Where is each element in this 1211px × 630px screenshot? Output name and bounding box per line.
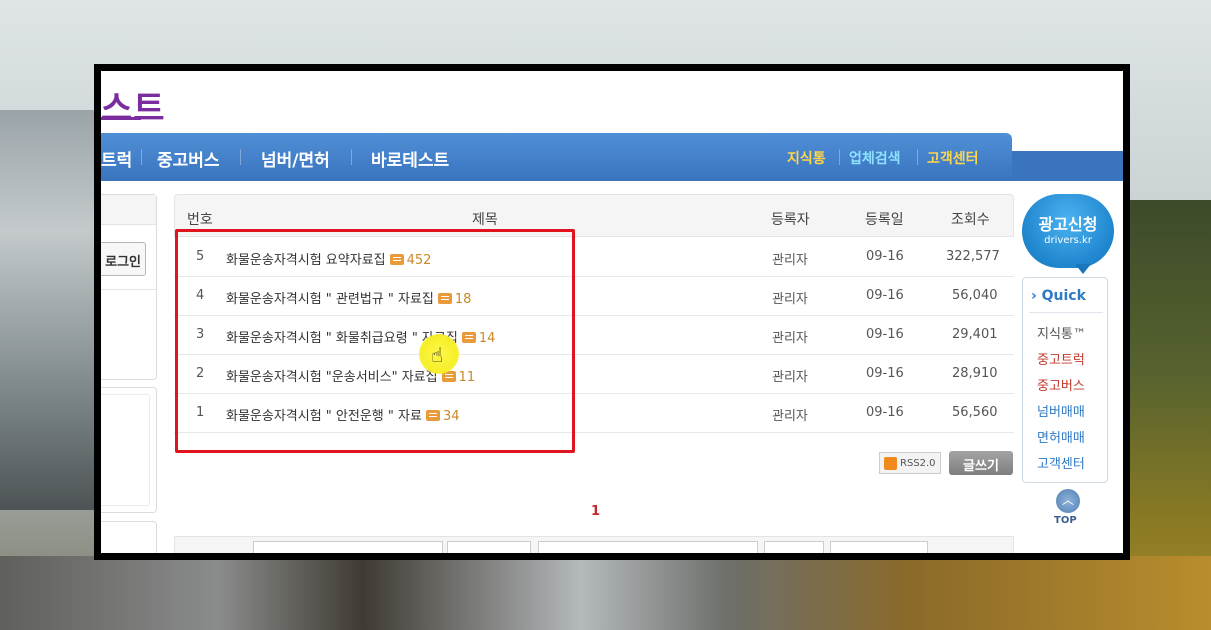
search-field[interactable]	[447, 541, 531, 553]
row-author: 관리자	[772, 370, 808, 385]
row-date: 09-16	[866, 327, 904, 342]
nav-link-customer-center[interactable]: 고객센터	[927, 148, 979, 168]
logo-underline	[101, 117, 141, 120]
nav-item-used-bus[interactable]: 중고버스	[157, 146, 220, 171]
header-no: 번호	[187, 212, 213, 228]
scroll-top-icon[interactable]: ︿	[1056, 489, 1080, 513]
nav-link-knowledge[interactable]: 지식통	[787, 148, 826, 168]
nav-divider	[917, 149, 918, 165]
row-author: 관리자	[772, 253, 808, 268]
search-button[interactable]	[764, 541, 824, 553]
ad-request-badge[interactable]: 광고신청 drivers.kr	[1022, 194, 1114, 268]
login-box: 로그인	[101, 194, 157, 380]
search-input[interactable]	[538, 541, 758, 553]
row-date: 09-16	[866, 366, 904, 381]
rss-label: RSS2.0	[900, 458, 936, 469]
hand-cursor-icon: ☝	[431, 343, 444, 367]
nav-divider	[351, 149, 352, 165]
nav-bar-extension	[1012, 151, 1123, 181]
search-bar-strip	[174, 536, 1014, 553]
row-views: 56,040	[952, 288, 998, 303]
sidebar-box-bottom	[101, 521, 157, 553]
highlight-box	[175, 229, 575, 453]
main-nav: 트럭 중고버스 넘버/면허 바로테스트 지식통 업체검색 고객센터	[101, 133, 1012, 181]
row-author: 관리자	[772, 409, 808, 424]
quick-item-knowledge[interactable]: 지식통™	[1037, 323, 1086, 342]
sidebar-box	[101, 387, 157, 513]
row-views: 29,401	[952, 327, 998, 342]
quick-item-number-trade[interactable]: 넘버매매	[1037, 401, 1085, 420]
divider	[1029, 312, 1103, 313]
top-label[interactable]: TOP	[1054, 515, 1077, 526]
search-field[interactable]	[253, 541, 443, 553]
nav-item-quick-test[interactable]: 바로테스트	[371, 146, 449, 171]
nav-link-company-search[interactable]: 업체검색	[849, 148, 901, 168]
quick-menu-title: › Quick	[1031, 288, 1086, 304]
row-author: 관리자	[772, 292, 808, 307]
login-button[interactable]: 로그인	[101, 242, 146, 276]
quick-menu: › Quick 지식통™ 중고트럭 중고버스 넘버매매 면허매매 고객센터	[1022, 277, 1108, 483]
sidebar-inner	[101, 394, 150, 506]
screenshot-frame: 스트 트럭 중고버스 넘버/면허 바로테스트 지식통 업체검색 고객센터 로그인	[94, 64, 1130, 560]
row-date: 09-16	[866, 249, 904, 264]
search-field[interactable]	[830, 541, 928, 553]
row-views: 56,560	[952, 405, 998, 420]
row-date: 09-16	[866, 405, 904, 420]
row-date: 09-16	[866, 288, 904, 303]
rss-button[interactable]: RSS2.0	[879, 452, 941, 474]
header-author: 등록자	[771, 212, 810, 228]
ad-badge-title: 광고신청	[1038, 215, 1098, 234]
nav-divider	[240, 149, 241, 165]
browser-page: 스트 트럭 중고버스 넘버/면허 바로테스트 지식통 업체검색 고객센터 로그인	[101, 71, 1123, 553]
nav-item-truck[interactable]: 트럭	[101, 146, 132, 171]
nav-divider	[839, 149, 840, 165]
row-views: 28,910	[952, 366, 998, 381]
header-views: 조회수	[951, 212, 990, 228]
divider	[101, 289, 156, 290]
quick-item-customer-center[interactable]: 고객센터	[1037, 453, 1085, 472]
background-trucks-bottom	[0, 556, 1211, 630]
header-date: 등록일	[865, 212, 904, 228]
nav-item-number-license[interactable]: 넘버/면허	[261, 146, 330, 171]
login-box-header	[101, 195, 156, 225]
pagination-current-page[interactable]: 1	[591, 504, 600, 519]
ad-badge-tail	[1075, 264, 1091, 274]
quick-item-license-trade[interactable]: 면허매매	[1037, 427, 1085, 446]
header-title: 제목	[472, 212, 498, 228]
quick-item-used-bus[interactable]: 중고버스	[1037, 375, 1085, 394]
background-truck	[0, 110, 100, 510]
rss-icon	[884, 457, 897, 470]
nav-divider	[141, 149, 142, 165]
ad-badge-subtitle: drivers.kr	[1044, 235, 1092, 246]
quick-item-used-truck[interactable]: 중고트럭	[1037, 349, 1085, 368]
write-button[interactable]: 글쓰기	[949, 451, 1013, 475]
row-views: 322,577	[946, 249, 1000, 264]
row-author: 관리자	[772, 331, 808, 346]
site-logo[interactable]: 스트	[101, 81, 166, 130]
